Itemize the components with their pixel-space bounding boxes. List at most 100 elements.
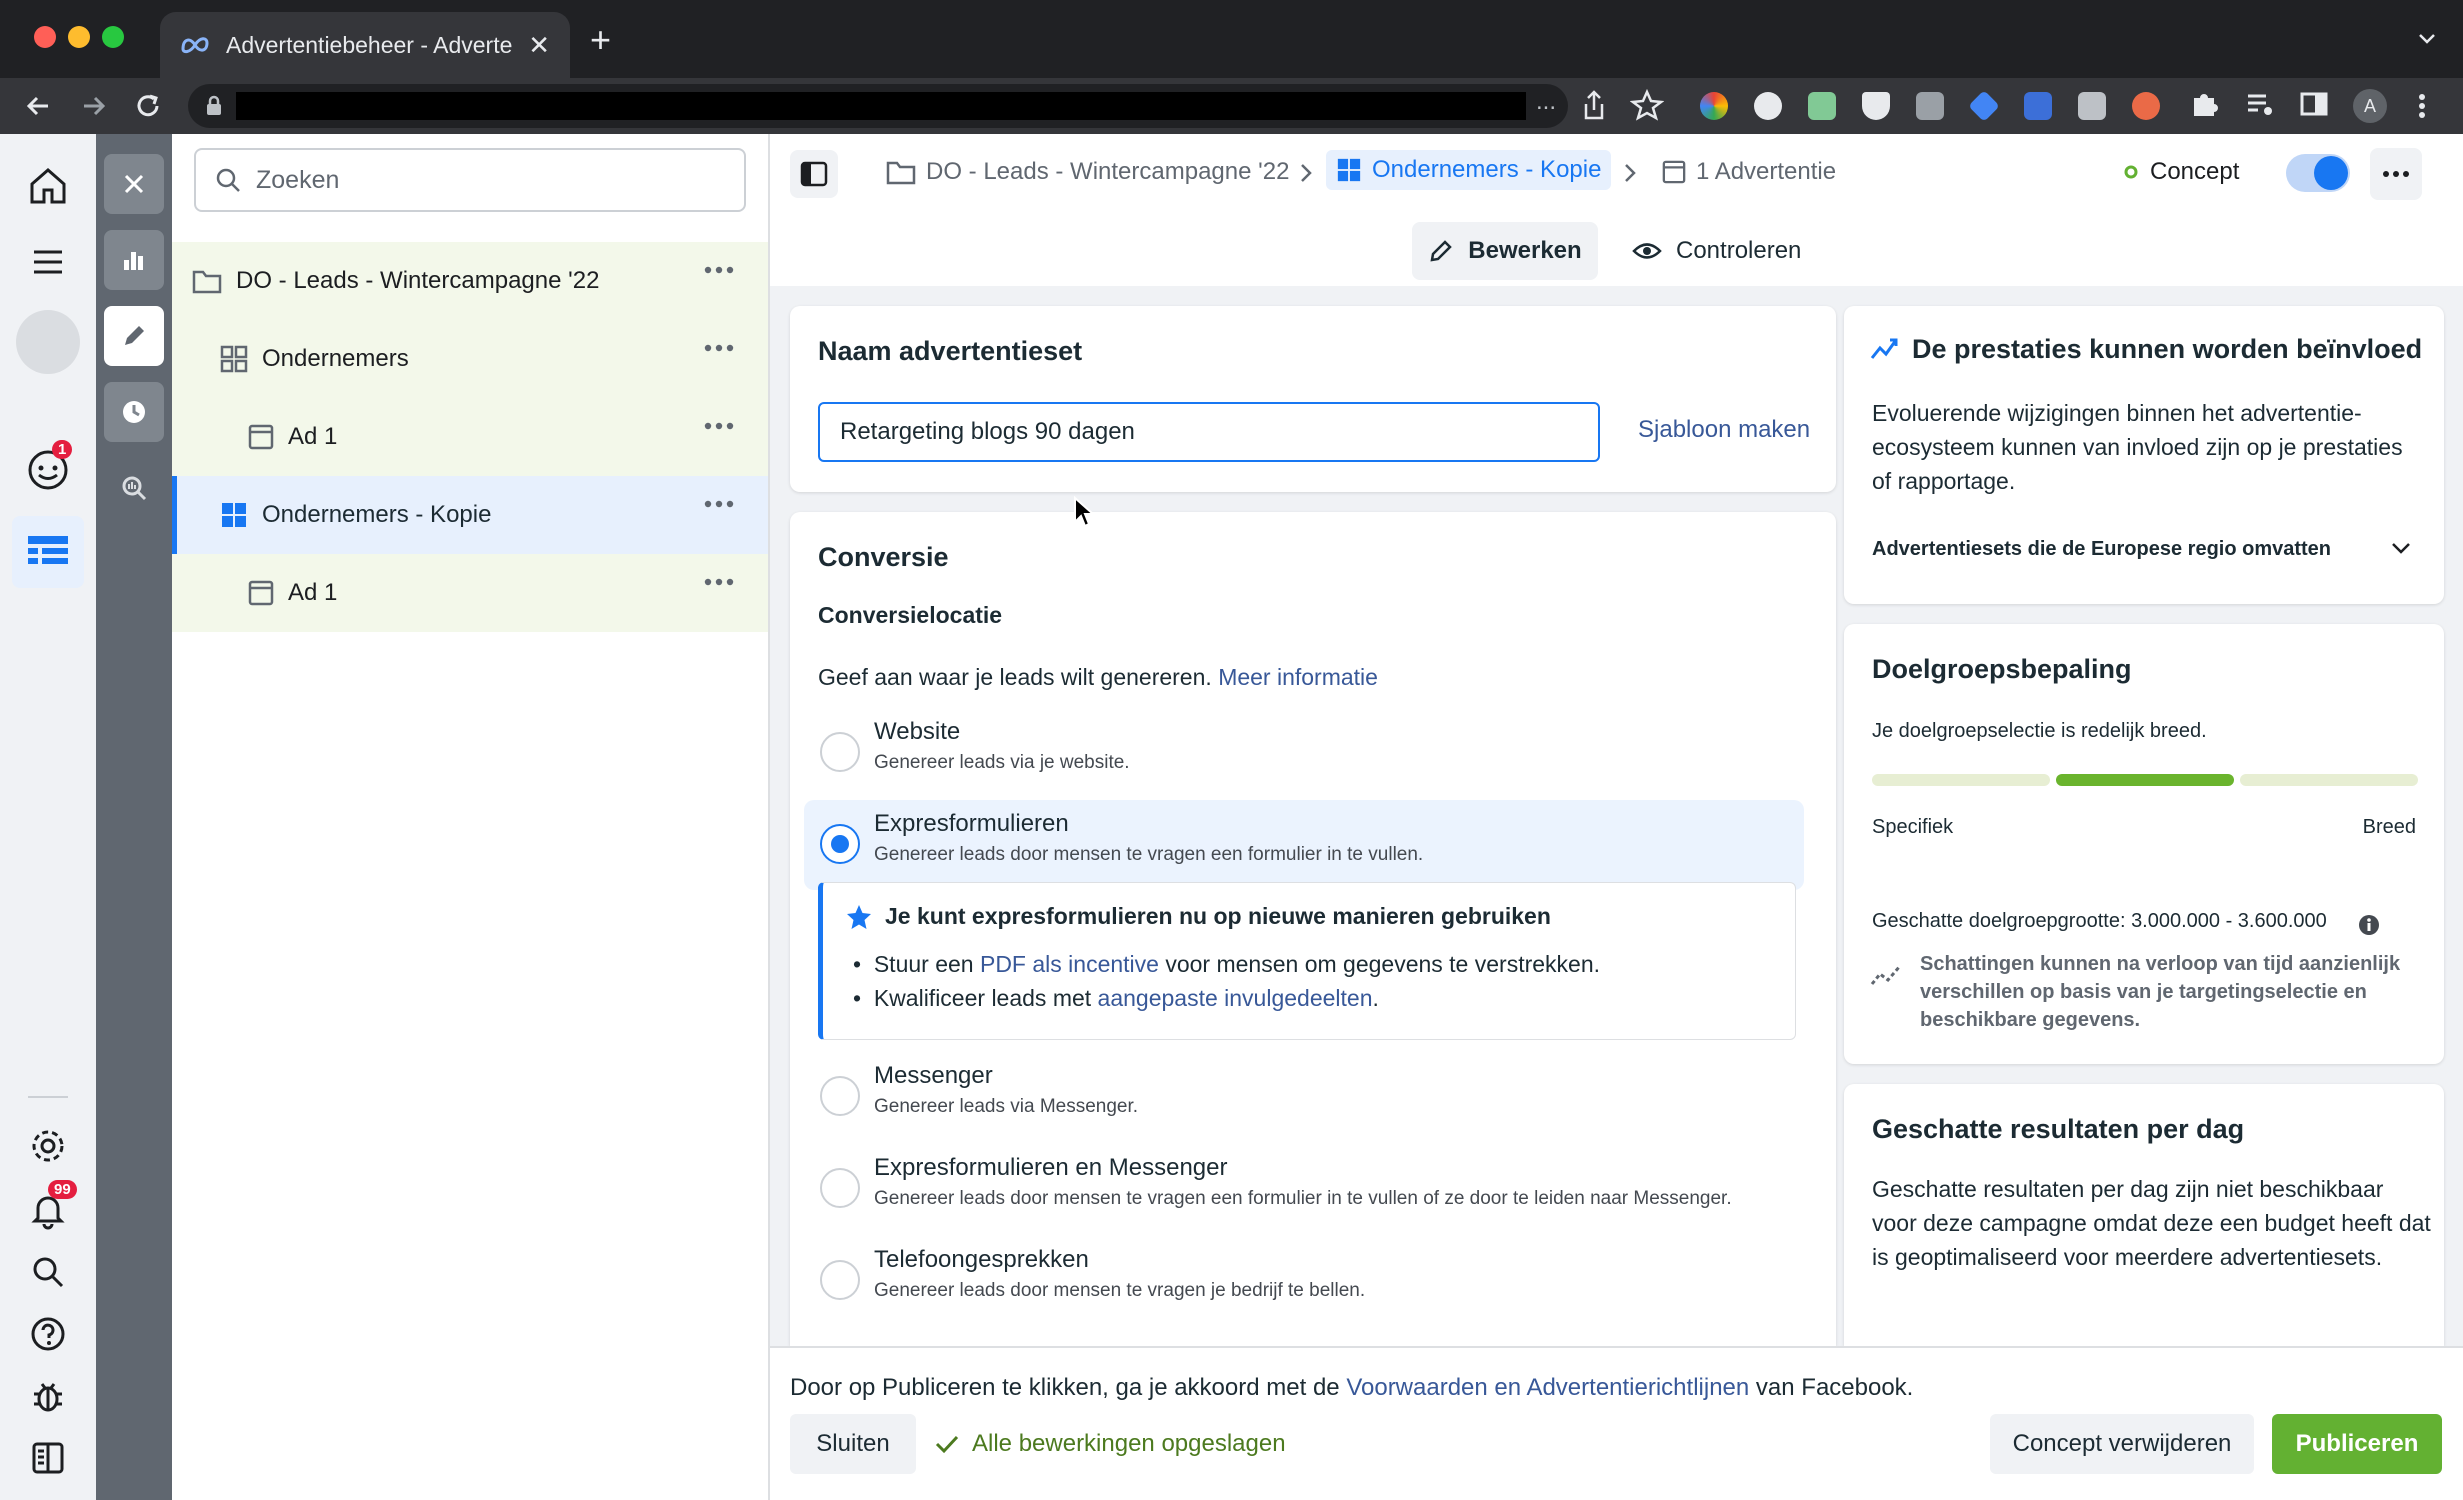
settings-gear-icon[interactable] bbox=[24, 1122, 72, 1170]
breadcrumb-campaign[interactable]: DO - Leads - Wintercampagne '22 bbox=[886, 158, 1289, 186]
bug-report-icon[interactable] bbox=[24, 1372, 72, 1420]
search-icon[interactable] bbox=[24, 1248, 72, 1296]
option-title: Messenger bbox=[874, 1062, 993, 1089]
option-website[interactable]: Website Genereer leads via je website. bbox=[804, 708, 1804, 798]
extension-window-icon[interactable] bbox=[2024, 92, 2052, 120]
toggle-panel-icon[interactable] bbox=[790, 150, 838, 198]
active-toggle[interactable] bbox=[2286, 154, 2350, 192]
extension-tag-icon[interactable] bbox=[1968, 90, 2000, 122]
tab-bar: Advertentiebeheer - Advertent ✕ + bbox=[0, 0, 2463, 78]
ad-icon bbox=[1662, 160, 1686, 184]
bookmark-star-icon[interactable] bbox=[1630, 88, 1664, 122]
lock-icon bbox=[204, 94, 224, 118]
conversion-title: Conversie bbox=[818, 542, 949, 572]
tree-item-label: Ad 1 bbox=[288, 423, 338, 450]
option-description: Genereer leads via Messenger. bbox=[874, 1096, 1139, 1117]
option-forms-and-messenger[interactable]: Expresformulieren en Messenger Genereer … bbox=[804, 1144, 1804, 1234]
help-icon[interactable] bbox=[24, 1310, 72, 1358]
tab-review[interactable]: Controleren bbox=[1632, 222, 1801, 280]
europe-expander[interactable]: Advertentiesets die de Europese regio om… bbox=[1872, 532, 2331, 566]
option-description: Genereer leads door mensen te vragen een… bbox=[874, 1188, 1732, 1209]
more-options-icon[interactable] bbox=[704, 266, 734, 274]
radio-messenger[interactable] bbox=[820, 1076, 860, 1116]
tab-search-icon[interactable] bbox=[2415, 26, 2439, 50]
extension-gear-icon[interactable] bbox=[1808, 92, 1836, 120]
window-close-button[interactable] bbox=[34, 26, 56, 48]
pdf-incentive-link[interactable]: PDF als incentive bbox=[980, 951, 1159, 977]
more-options-icon[interactable] bbox=[704, 422, 734, 430]
more-info-link[interactable]: Meer informatie bbox=[1218, 664, 1378, 690]
extension-color-icon[interactable] bbox=[1700, 92, 1728, 120]
business-account-icon[interactable]: 1 bbox=[24, 440, 73, 494]
share-icon[interactable] bbox=[1578, 88, 1610, 124]
chart-icon[interactable] bbox=[104, 230, 164, 290]
global-nav-rail: 1 99 bbox=[0, 134, 96, 1500]
extension-robot-icon[interactable] bbox=[1754, 92, 1782, 120]
menu-icon[interactable] bbox=[24, 238, 72, 286]
tree-item-adset[interactable]: Ondernemers bbox=[172, 320, 768, 398]
option-description: Genereer leads door mensen te vragen een… bbox=[874, 844, 1424, 865]
home-icon[interactable] bbox=[24, 162, 72, 210]
media-queue-icon[interactable] bbox=[2244, 88, 2276, 120]
extension-badge-icon[interactable] bbox=[2132, 92, 2160, 120]
toggle-knob bbox=[2314, 156, 2348, 190]
tree-item-adset-selected[interactable]: Ondernemers - Kopie bbox=[172, 476, 768, 554]
new-tab-button[interactable]: + bbox=[590, 20, 611, 60]
radio-forms-and-messenger[interactable] bbox=[820, 1168, 860, 1208]
address-bar[interactable]: ... bbox=[188, 84, 1568, 128]
create-template-link[interactable]: Sjabloon maken bbox=[1638, 416, 1810, 444]
tab-edit[interactable]: Bewerken bbox=[1412, 222, 1598, 280]
more-options-icon[interactable] bbox=[704, 344, 734, 352]
extension-code-icon[interactable] bbox=[1916, 92, 1944, 120]
tree-item-ad[interactable]: Ad 1 bbox=[172, 554, 768, 632]
publish-button[interactable]: Publiceren bbox=[2272, 1414, 2442, 1474]
notifications-bell-icon[interactable]: 99 bbox=[24, 1180, 77, 1234]
window-maximize-button[interactable] bbox=[102, 26, 124, 48]
discard-draft-button[interactable]: Concept verwijderen bbox=[1990, 1414, 2254, 1474]
more-options-icon[interactable] bbox=[2370, 148, 2422, 200]
account-avatar[interactable] bbox=[16, 310, 80, 374]
close-button[interactable]: Sluiten bbox=[790, 1414, 916, 1474]
panel-layout-icon[interactable] bbox=[24, 1434, 72, 1482]
radio-website[interactable] bbox=[820, 732, 860, 772]
adset-name-input[interactable]: Retargeting blogs 90 dagen bbox=[818, 402, 1600, 462]
reload-icon[interactable] bbox=[130, 88, 166, 124]
status-badge: Concept bbox=[2124, 158, 2239, 186]
more-options-icon[interactable] bbox=[704, 500, 734, 508]
breadcrumb-ads[interactable]: 1 Advertentie bbox=[1662, 158, 1836, 186]
tab-title: Advertentiebeheer - Advertent bbox=[226, 31, 513, 58]
info-icon[interactable] bbox=[2358, 914, 2380, 936]
side-panel-icon[interactable] bbox=[2298, 88, 2330, 120]
edit-pencil-icon[interactable] bbox=[104, 306, 164, 366]
extension-shield-icon[interactable] bbox=[1862, 92, 1890, 120]
tree-item-ad[interactable]: Ad 1 bbox=[172, 398, 768, 476]
history-clock-icon[interactable] bbox=[104, 382, 164, 442]
browser-tab[interactable]: Advertentiebeheer - Advertent ✕ bbox=[160, 12, 570, 78]
tree-item-campaign[interactable]: DO - Leads - Wintercampagne '22 bbox=[172, 242, 768, 320]
option-phone-calls[interactable]: Telefoongesprekken Genereer leads door m… bbox=[804, 1236, 1804, 1326]
chevron-down-icon[interactable] bbox=[2390, 540, 2412, 556]
custom-questions-link[interactable]: aangepaste invulgedeelten bbox=[1098, 985, 1373, 1011]
browser-menu-icon[interactable] bbox=[2412, 88, 2432, 124]
option-messenger[interactable]: Messenger Genereer leads via Messenger. bbox=[804, 1052, 1804, 1142]
tab-close-icon[interactable]: ✕ bbox=[528, 30, 550, 61]
extension-camera-icon[interactable] bbox=[2078, 92, 2106, 120]
back-icon[interactable] bbox=[20, 88, 56, 124]
option-description: Genereer leads via je website. bbox=[874, 752, 1130, 773]
more-options-icon[interactable] bbox=[704, 578, 734, 586]
extensions-puzzle-icon[interactable] bbox=[2188, 88, 2220, 120]
radio-instant-forms[interactable] bbox=[820, 824, 860, 864]
radio-phone-calls[interactable] bbox=[820, 1260, 860, 1300]
option-instant-forms[interactable]: Expresformulieren Genereer leads door me… bbox=[804, 800, 1804, 890]
search-input[interactable]: Zoeken bbox=[194, 148, 746, 212]
window-minimize-button[interactable] bbox=[68, 26, 90, 48]
forward-icon[interactable] bbox=[76, 88, 112, 124]
breadcrumb-adset[interactable]: Ondernemers - Kopie bbox=[1326, 150, 1612, 190]
folder-icon bbox=[886, 161, 916, 185]
profile-avatar[interactable]: A bbox=[2352, 88, 2388, 124]
ads-manager-table-icon[interactable] bbox=[12, 516, 84, 588]
terms-link[interactable]: Voorwaarden en Advertentierichtlijnen bbox=[1346, 1374, 1749, 1401]
close-editor-icon[interactable] bbox=[104, 154, 164, 214]
inspect-zoom-icon[interactable] bbox=[104, 458, 164, 518]
meter-left-label: Specifiek bbox=[1872, 816, 1954, 838]
